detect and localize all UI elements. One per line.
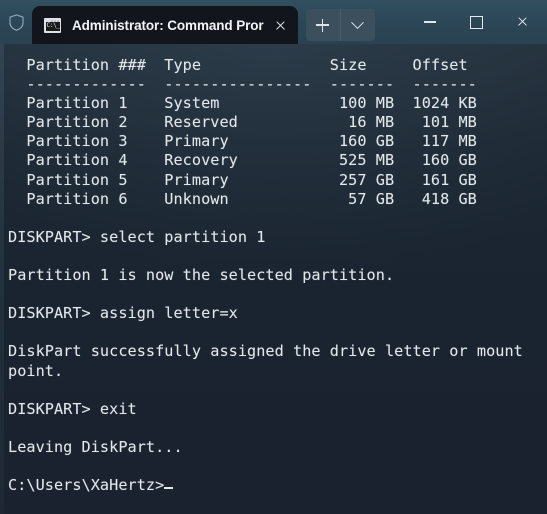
maximize-icon bbox=[470, 15, 483, 29]
terminal-line: ------------- ---------------- ------- -… bbox=[8, 75, 477, 94]
terminal-line: Partition 1 is now the selected partitio… bbox=[8, 266, 395, 285]
terminal-line: Partition 5 Primary 257 GB 161 GB bbox=[8, 170, 477, 189]
minimize-icon bbox=[423, 21, 436, 23]
tab-command-prompt[interactable]: ▫▫▫ C:\_ Administrator: Command Pror bbox=[32, 6, 298, 44]
security-shield-container bbox=[0, 0, 32, 44]
command-prompt-icon: ▫▫▫ C:\_ bbox=[44, 17, 61, 33]
tab-icon-text: C:\_ bbox=[45, 21, 60, 31]
terminal-line: Partition ### Type Size Offset bbox=[8, 56, 468, 74]
chevron-down-icon bbox=[351, 15, 364, 29]
maximize-button[interactable] bbox=[453, 0, 500, 44]
terminal-line: Partition 6 Unknown 57 GB 418 GB bbox=[8, 189, 477, 208]
terminal-line: DiskPart successfully assigned the drive… bbox=[8, 342, 523, 361]
tab-actions bbox=[305, 6, 375, 44]
close-window-button[interactable] bbox=[500, 0, 547, 44]
terminal-line: DISKPART> select partition 1 bbox=[8, 227, 266, 246]
title-bar: ▫▫▫ C:\_ Administrator: Command Pror bbox=[0, 0, 547, 44]
close-icon bbox=[275, 20, 286, 31]
tab-dropdown-button[interactable] bbox=[339, 9, 375, 41]
terminal-line: Leaving DiskPart... bbox=[8, 437, 183, 456]
close-icon bbox=[517, 16, 530, 29]
tab-close-button[interactable] bbox=[264, 6, 298, 44]
terminal-body[interactable]: Partition ### Type Size Offset ---------… bbox=[0, 44, 547, 514]
terminal-line: Partition 3 Primary 160 GB 117 MB bbox=[8, 132, 477, 151]
shield-icon bbox=[8, 13, 24, 31]
terminal-screen[interactable]: Partition ### Type Size Offset ---------… bbox=[8, 56, 523, 495]
terminal-line: DISKPART> assign letter=x bbox=[8, 304, 238, 323]
terminal-line: point. bbox=[8, 361, 64, 380]
prompt-path: C:\Users\XaHertz> bbox=[8, 476, 165, 495]
terminal-line: Partition 2 Reserved 16 MB 101 MB bbox=[8, 113, 477, 132]
plus-icon bbox=[316, 18, 330, 32]
terminal-left-edge bbox=[0, 44, 4, 514]
minimize-button[interactable] bbox=[406, 0, 453, 44]
terminal-prompt-line: C:\Users\XaHertz> bbox=[8, 476, 523, 495]
terminal-line: Partition 1 System 100 MB 1024 KB bbox=[8, 94, 477, 113]
new-tab-button[interactable] bbox=[305, 9, 340, 41]
text-cursor bbox=[164, 487, 174, 490]
terminal-window: ▫▫▫ C:\_ Administrator: Command Pror Par… bbox=[0, 0, 547, 514]
terminal-line: DISKPART> exit bbox=[8, 399, 137, 418]
tab-title: Administrator: Command Pror bbox=[72, 17, 264, 33]
terminal-line: Partition 4 Recovery 525 MB 160 GB bbox=[8, 151, 477, 170]
window-controls bbox=[406, 0, 547, 44]
